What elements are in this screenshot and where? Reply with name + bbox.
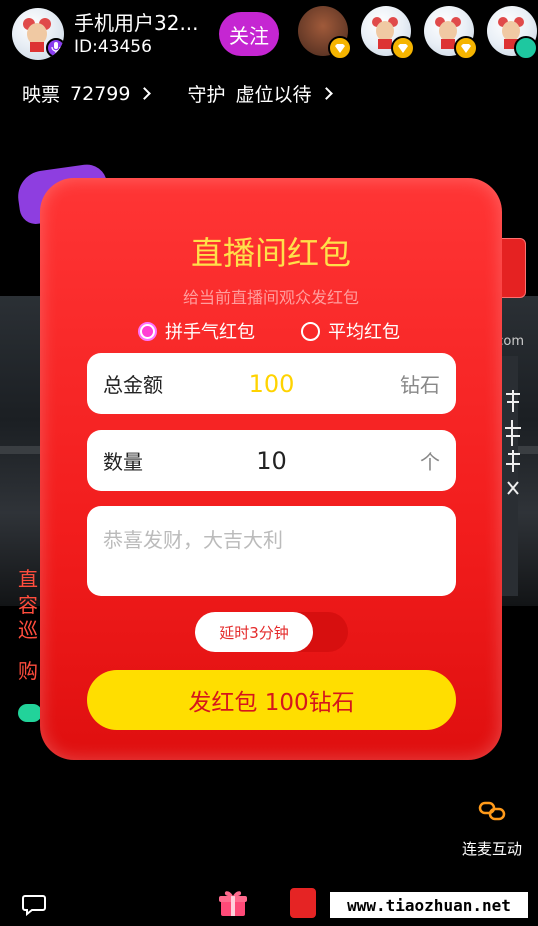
delay-toggle-label: 延时3分钟: [195, 612, 313, 652]
count-field[interactable]: 数量 10 个: [87, 430, 456, 491]
live-room-screen: com 直 容 巡 购 手机用户32... ID:43456 关注 映票 727…: [0, 0, 538, 926]
host-info[interactable]: 手机用户32... ID:43456: [12, 8, 199, 60]
bg-text: 直: [18, 567, 38, 591]
site-watermark: www.tiaozhuan.net: [330, 892, 528, 918]
calligraphy-decoration: [505, 390, 521, 495]
dialog-subtitle: 给当前直播间观众发红包: [182, 288, 359, 307]
host-name: 手机用户32...: [74, 10, 199, 35]
redpacket-dialog: 直播间红包 给当前直播间观众发红包 拼手气红包 平均红包 总金额 100 钻石 …: [40, 178, 502, 760]
radio-lucky-packet[interactable]: 拼手气红包: [138, 318, 255, 344]
bg-vertical-text: [502, 388, 532, 507]
gift-icon[interactable]: [218, 888, 248, 918]
vip-badge-icon: [514, 36, 538, 60]
packet-type-radio-group: 拼手气红包 平均红包: [138, 318, 446, 344]
guard-label: 守护: [187, 84, 226, 106]
stats-row: 映票 72799 守护 虚位以待: [22, 80, 333, 107]
vip-badge-icon: [328, 36, 352, 60]
radio-unchecked-icon: [301, 321, 320, 341]
host-avatar[interactable]: [12, 8, 64, 60]
host-id: ID:43456: [74, 36, 152, 57]
host-info-1: 手机用户32... ID:43456: [74, 13, 199, 56]
dialog-title: 直播间红包: [190, 234, 351, 272]
red-packet-icon[interactable]: [290, 888, 316, 918]
guard-value: 虚位以待: [235, 84, 312, 106]
tickets-value: 72799: [70, 82, 131, 105]
chevron-right-icon: [319, 87, 333, 100]
delay-toggle[interactable]: 延时3分钟: [195, 612, 348, 652]
chevron-right-icon: [138, 87, 152, 100]
bottom-toolbar: www.tiaozhuan.net: [0, 880, 538, 926]
link-icon: [478, 801, 506, 821]
count-unit: 个: [420, 450, 440, 474]
follow-button[interactable]: 关注: [219, 12, 279, 56]
guard-stat[interactable]: 守护 虚位以待: [187, 80, 333, 107]
count-input[interactable]: 10: [87, 447, 456, 475]
radio-checked-icon: [138, 321, 157, 341]
radio-even-packet[interactable]: 平均红包: [301, 318, 400, 344]
toggle-badge[interactable]: [18, 704, 42, 722]
radio-label: 平均红包: [328, 322, 400, 343]
mic-icon: [46, 38, 64, 58]
vip-badge-icon: [391, 36, 415, 60]
amount-unit: 钻石: [400, 373, 440, 397]
vip-badge-icon: [454, 36, 478, 60]
radio-label: 拼手气红包: [165, 322, 255, 343]
tickets-label: 映票: [22, 84, 61, 106]
co-host-label: 连麦互动: [461, 840, 522, 858]
tickets-stat[interactable]: 映票 72799: [22, 80, 152, 107]
amount-field[interactable]: 总金额 100 钻石: [87, 353, 456, 414]
blessing-message-input[interactable]: 恭喜发财，大吉大利: [87, 506, 456, 596]
bg-text: 购: [18, 659, 38, 683]
co-host-button[interactable]: 连麦互动: [460, 800, 524, 859]
chat-icon[interactable]: [22, 894, 46, 916]
send-redpacket-button[interactable]: 发红包 100钻石: [87, 670, 456, 730]
bg-text: 巡: [18, 618, 38, 642]
bg-text: 容: [18, 593, 38, 617]
